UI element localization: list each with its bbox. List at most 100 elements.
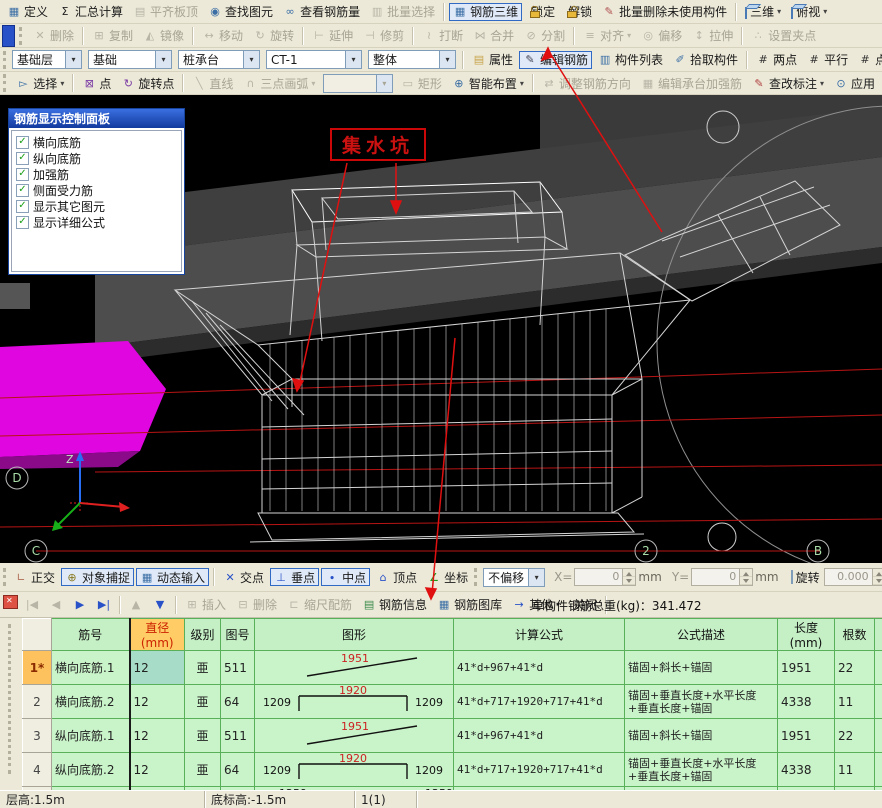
view-top-cube-button[interactable]: 俯视 [787, 3, 831, 21]
define-button[interactable]: ▦定义 [3, 3, 52, 21]
panel-title[interactable]: 钢筋显示控制面板 [9, 109, 184, 128]
count-cell[interactable]: 22 [835, 651, 875, 685]
column-header[interactable]: 公式描述 [625, 619, 778, 651]
column-header[interactable]: 图形 [255, 619, 454, 651]
formula-desc-cell[interactable]: 锚固+斜长+锚固 [625, 719, 778, 753]
formula-desc-cell[interactable]: 锚固+垂直长度+水平长度+垂直长度+锚固 [625, 753, 778, 787]
display-toggle[interactable]: ✓横向底筋 [14, 134, 179, 150]
rebar-name-cell[interactable]: 横向底筋.1 [52, 651, 130, 685]
coordinate-snap-button[interactable]: ∠坐标 [423, 568, 472, 586]
edit-rebar-button[interactable]: ✎编辑钢筋 [519, 51, 592, 69]
perpendicular-snap-button[interactable]: ⊥垂点 [270, 568, 319, 586]
rebar-3d-button[interactable]: ▦钢筋三维 [449, 3, 522, 21]
parallel-axis-button[interactable]: #平行 [803, 51, 852, 69]
component-list-button[interactable]: ▥构件列表 [594, 51, 667, 69]
toolbar-gripper[interactable] [3, 74, 8, 92]
shape-cell[interactable]: 1951 [255, 719, 454, 753]
two-point-axis-button[interactable]: #两点 [752, 51, 801, 69]
display-toggle[interactable]: ✓侧面受力筋 [14, 182, 179, 198]
find-element-button[interactable]: ◉查找图元 [204, 3, 277, 21]
intersection-snap-button[interactable]: ✕交点 [219, 568, 268, 586]
length-cell[interactable]: 1951 [778, 651, 835, 685]
chevron-down-icon[interactable] [65, 51, 81, 68]
display-toggle[interactable]: ✓显示详细公式 [14, 214, 179, 230]
rebar-name-cell[interactable]: 纵向底筋.2 [52, 753, 130, 787]
formula-desc-cell[interactable]: 锚固+垂直长度+水平长度+垂直长度+锚固 [625, 685, 778, 719]
length-cell[interactable]: 4338 [778, 685, 835, 719]
row-number-cell[interactable]: 3 [23, 719, 52, 753]
diameter-cell[interactable]: 12 [130, 753, 185, 787]
chevron-down-icon[interactable] [345, 51, 361, 68]
length-cell[interactable]: 1951 [778, 719, 835, 753]
diameter-cell[interactable]: 12 [130, 685, 185, 719]
smart-layout-button[interactable]: ⊕智能布置 [448, 74, 528, 92]
batch-delete-unused-button[interactable]: ✎批量删除未使用构件 [598, 3, 731, 21]
element-name-combo[interactable]: CT-1 [266, 50, 362, 69]
display-toggle[interactable]: ✓加强筋 [14, 166, 179, 182]
diameter-cell[interactable]: 12 [130, 719, 185, 753]
display-toggle[interactable]: ✓纵向底筋 [14, 150, 179, 166]
formula-cell[interactable]: 41*d+967+41*d [454, 651, 625, 685]
summary-calc-button[interactable]: Σ汇总计算 [54, 3, 127, 21]
row-number-cell[interactable]: 2 [23, 685, 52, 719]
chevron-down-icon[interactable] [439, 51, 455, 68]
properties-button[interactable]: ▤属性 [468, 51, 517, 69]
apply-button[interactable]: ⊙应用 [830, 74, 879, 92]
formula-cell[interactable]: 41*d+717+1920+717+41*d [454, 685, 625, 719]
display-mode-combo[interactable]: 整体 [368, 50, 456, 69]
toolbar-gripper[interactable] [19, 27, 25, 45]
rotate-point-button[interactable]: ↻旋转点 [117, 74, 178, 92]
column-header[interactable]: 图号 [221, 619, 255, 651]
point-angle-axis-button[interactable]: #点角 [854, 51, 882, 69]
column-header[interactable]: 计算公式 [454, 619, 625, 651]
check-edit-annotation-button[interactable]: ✎查改标注 [748, 74, 828, 92]
shape-cell[interactable]: 1951 [255, 651, 454, 685]
rebar-gallery-button[interactable]: ▦钢筋图库 [433, 596, 506, 614]
pic-number-cell[interactable]: 64 [221, 685, 255, 719]
checkbox-checked-icon[interactable]: ✓ [16, 168, 29, 181]
select-button[interactable]: ▻选择 [12, 74, 68, 92]
clipped-cell[interactable] [875, 685, 882, 719]
formula-cell[interactable]: 41*d+717+1920+717+41*d [454, 753, 625, 787]
grade-cell[interactable]: 亜 [185, 685, 221, 719]
rebar-name-cell[interactable]: 纵向底筋.1 [52, 719, 130, 753]
chevron-down-icon[interactable] [155, 51, 171, 68]
clipped-cell[interactable] [875, 651, 882, 685]
pic-number-cell[interactable]: 511 [221, 719, 255, 753]
nav-next-button[interactable]: ▶ [69, 596, 91, 614]
offset-mode-combo[interactable]: 不偏移 [483, 568, 545, 587]
grade-cell[interactable]: 亜 [185, 651, 221, 685]
ortho-button[interactable]: ∟正交 [10, 568, 59, 586]
toolbar-gripper[interactable] [3, 51, 6, 69]
floor-combo[interactable]: 基础层 [12, 50, 82, 69]
nav-last-button[interactable]: ▶| [93, 596, 115, 614]
rotate-checkbox[interactable] [791, 570, 793, 584]
pic-number-cell[interactable]: 511 [221, 651, 255, 685]
column-header[interactable]: 级别 [185, 619, 221, 651]
point-place-button[interactable]: ⊠点 [78, 74, 115, 92]
grade-cell[interactable]: 亜 [185, 719, 221, 753]
column-header[interactable]: 直径(mm) [130, 619, 185, 651]
object-snap-button[interactable]: ⊕对象捕捉 [61, 568, 134, 586]
pic-number-cell[interactable]: 64 [221, 753, 255, 787]
unlock-button[interactable]: 解锁 [561, 3, 596, 21]
corner-header[interactable] [875, 619, 882, 651]
checkbox-checked-icon[interactable]: ✓ [16, 216, 29, 229]
rebar-name-cell[interactable]: 横向底筋.2 [52, 685, 130, 719]
row-number-cell[interactable]: 1* [23, 651, 52, 685]
element-type-combo[interactable]: 桩承台 [178, 50, 260, 69]
column-header[interactable]: 长度(mm) [778, 619, 835, 651]
checkbox-checked-icon[interactable]: ✓ [16, 152, 29, 165]
shape-cell[interactable]: 120919201209 [255, 685, 454, 719]
diameter-cell[interactable]: 12 [130, 651, 185, 685]
clipped-cell[interactable] [875, 753, 882, 787]
formula-cell[interactable]: 41*d+967+41*d [454, 719, 625, 753]
chevron-down-icon[interactable] [528, 569, 544, 586]
lock-button[interactable]: 锁定 [524, 3, 559, 21]
row-number-cell[interactable]: 4 [23, 753, 52, 787]
checkbox-checked-icon[interactable]: ✓ [16, 136, 29, 149]
viewport-3d[interactable]: D C 2 B Z 钢筋显示控制面板 [0, 95, 882, 563]
count-cell[interactable]: 22 [835, 719, 875, 753]
checkbox-checked-icon[interactable]: ✓ [16, 184, 29, 197]
count-cell[interactable]: 11 [835, 685, 875, 719]
